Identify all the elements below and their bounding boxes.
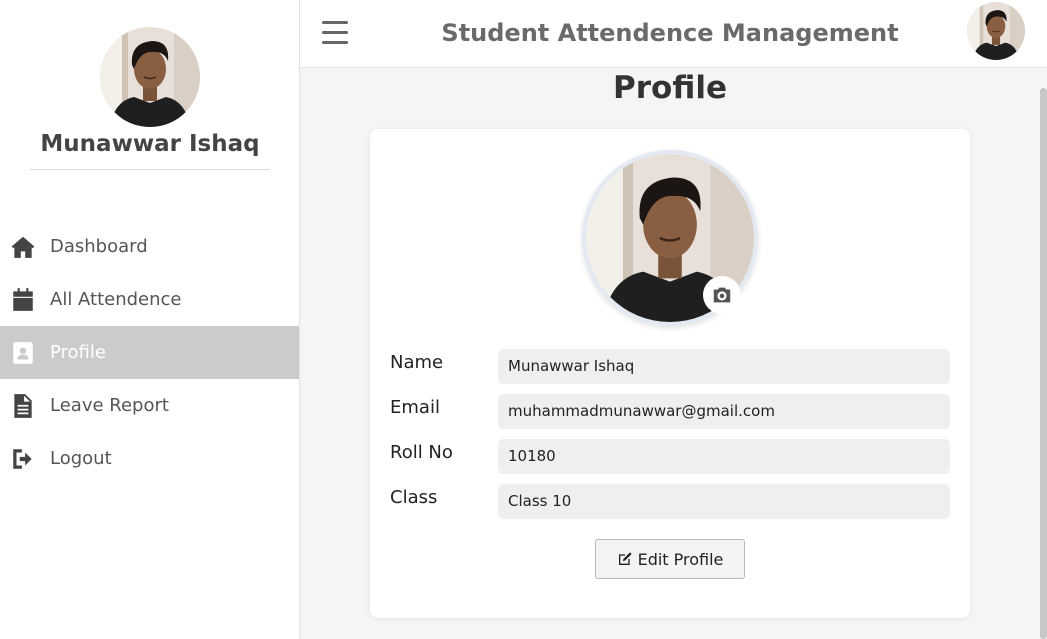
sidebar-user-name: Munawwar Ishaq — [40, 131, 260, 157]
scrollbar[interactable] — [1040, 88, 1047, 639]
profile-card: Name Email Roll No Class Edit Profile — [370, 129, 970, 618]
sidebar-item-label: Dashboard — [50, 236, 148, 257]
sidebar-item-label: Profile — [50, 342, 106, 363]
edit-icon — [618, 552, 632, 565]
sidebar-avatar — [100, 27, 200, 127]
camera-icon — [713, 287, 731, 303]
sidebar-item-label: Leave Report — [50, 395, 169, 416]
top-header: Student Attendence Management — [300, 0, 1047, 68]
class-field[interactable] — [498, 484, 950, 519]
id-badge-icon — [0, 340, 50, 366]
header-avatar[interactable] — [967, 2, 1025, 60]
home-icon — [0, 234, 50, 260]
class-label: Class — [390, 487, 438, 508]
edit-profile-button[interactable]: Edit Profile — [595, 539, 745, 579]
roll-no-label: Roll No — [390, 442, 453, 463]
sidebar-nav: Dashboard All Attendence Profile Leave R… — [0, 220, 299, 485]
sidebar-divider — [30, 169, 270, 170]
sidebar-item-label: All Attendence — [50, 289, 182, 310]
roll-no-field[interactable] — [498, 439, 950, 474]
sign-out-icon — [0, 446, 50, 472]
sidebar: Munawwar Ishaq Dashboard All Attendence … — [0, 0, 300, 639]
email-field[interactable] — [498, 394, 950, 429]
header-title: Student Attendence Management — [441, 19, 899, 47]
name-label: Name — [390, 352, 444, 373]
sidebar-item-profile[interactable]: Profile — [0, 326, 299, 379]
file-text-icon — [0, 393, 50, 419]
sidebar-item-all-attendence[interactable]: All Attendence — [0, 273, 299, 326]
calendar-check-icon — [0, 287, 50, 313]
edit-profile-label: Edit Profile — [637, 549, 724, 569]
email-label: Email — [390, 397, 440, 418]
sidebar-item-leave-report[interactable]: Leave Report — [0, 379, 299, 432]
page-title: Profile — [613, 70, 727, 106]
sidebar-item-label: Logout — [50, 448, 112, 469]
change-photo-button[interactable] — [703, 276, 741, 314]
sidebar-item-dashboard[interactable]: Dashboard — [0, 220, 299, 273]
name-field[interactable] — [498, 349, 950, 384]
sidebar-item-logout[interactable]: Logout — [0, 432, 299, 485]
